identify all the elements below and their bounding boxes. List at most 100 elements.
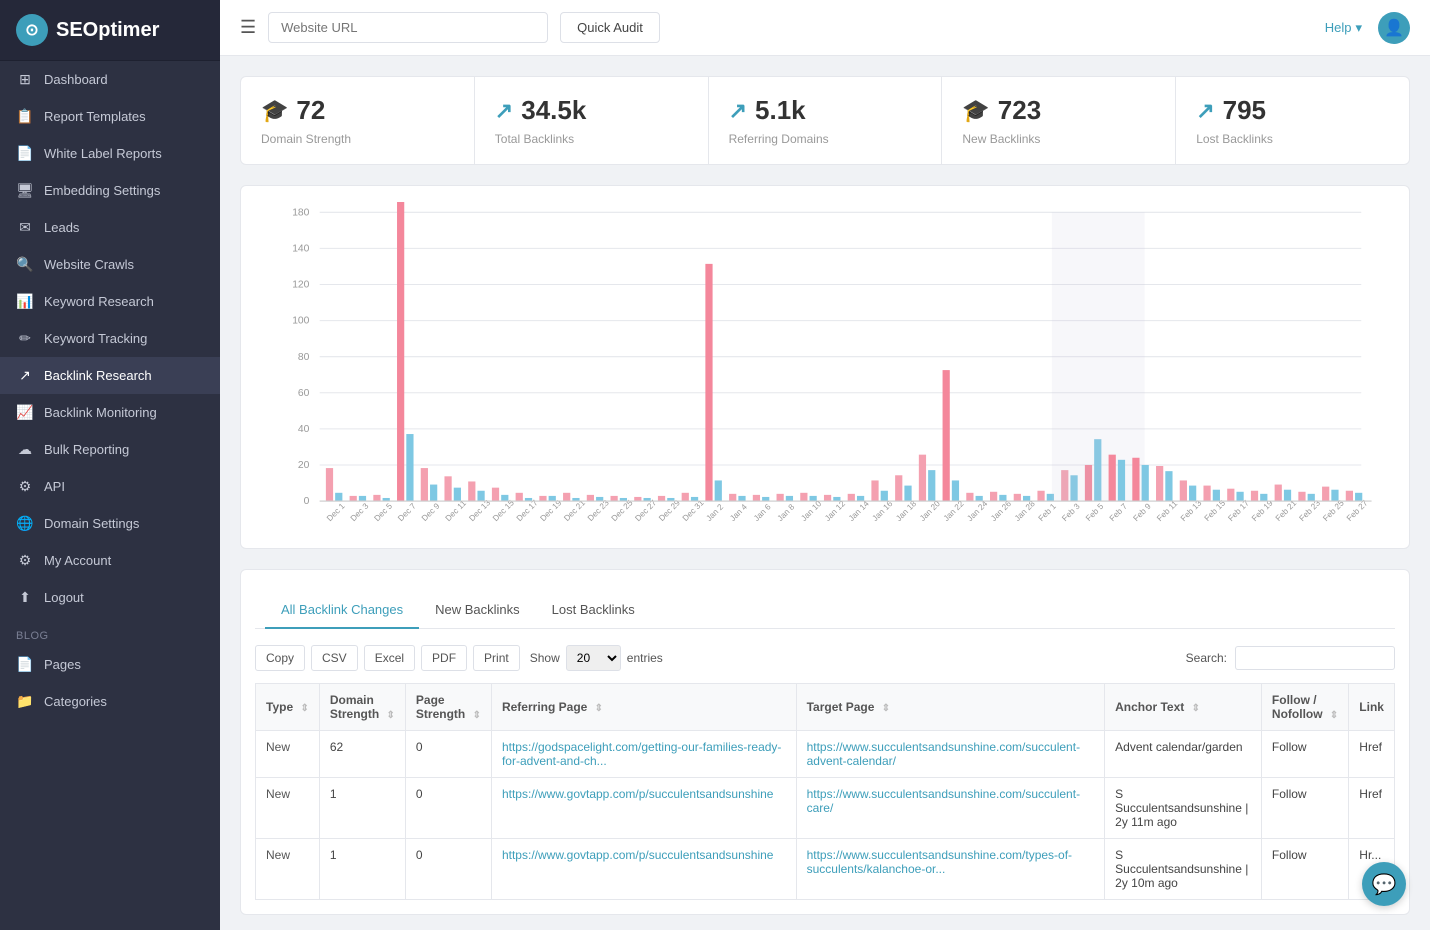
tab-lost-backlinks[interactable]: Lost Backlinks bbox=[536, 592, 651, 629]
cell-referring-page[interactable]: https://www.govtapp.com/p/succulentsands… bbox=[491, 778, 796, 839]
sidebar-item-white-label-reports[interactable]: 📄 White Label Reports bbox=[0, 135, 220, 172]
search-input[interactable] bbox=[1235, 646, 1395, 670]
svg-text:40: 40 bbox=[298, 424, 310, 435]
sidebar-item-keyword-tracking[interactable]: ✏ Keyword Tracking bbox=[0, 320, 220, 357]
referring-domains-icon: ↗ bbox=[729, 98, 747, 124]
chat-bubble[interactable]: 💬 bbox=[1362, 862, 1406, 906]
leads-icon: ✉ bbox=[16, 219, 34, 236]
col-page-strength[interactable]: PageStrength ⇕ bbox=[405, 684, 491, 731]
svg-text:Jan 14: Jan 14 bbox=[847, 499, 871, 523]
cell-referring-page[interactable]: https://godspacelight.com/getting-our-fa… bbox=[491, 731, 796, 778]
svg-text:Feb 13: Feb 13 bbox=[1179, 498, 1204, 523]
sidebar-item-label: Report Templates bbox=[44, 109, 146, 124]
col-type[interactable]: Type ⇕ bbox=[256, 684, 320, 731]
svg-text:60: 60 bbox=[298, 388, 310, 399]
show-label: Show bbox=[530, 651, 560, 665]
col-domain-strength[interactable]: DomainStrength ⇕ bbox=[319, 684, 405, 731]
header-right: Help ▾ 👤 bbox=[1325, 12, 1410, 44]
sidebar-item-my-account[interactable]: ⚙ My Account bbox=[0, 542, 220, 579]
tab-new-backlinks[interactable]: New Backlinks bbox=[419, 592, 536, 629]
sidebar-item-label: Logout bbox=[44, 590, 84, 605]
col-target-page[interactable]: Target Page ⇕ bbox=[796, 684, 1105, 731]
hamburger-menu[interactable]: ☰ bbox=[240, 17, 256, 38]
new-backlinks-label: New Backlinks bbox=[962, 132, 1155, 146]
domain-strength-label: Domain Strength bbox=[261, 132, 454, 146]
domain-strength-value: 72 bbox=[296, 95, 325, 126]
cell-target-page[interactable]: https://www.succulentsandsunshine.com/ty… bbox=[796, 839, 1105, 900]
sidebar-item-website-crawls[interactable]: 🔍 Website Crawls bbox=[0, 246, 220, 283]
cell-anchor-text: S Succulentsandsunshine | 2y 10m ago bbox=[1105, 839, 1262, 900]
svg-text:0: 0 bbox=[304, 496, 310, 507]
tab-all-backlink-changes[interactable]: All Backlink Changes bbox=[265, 592, 419, 629]
svg-text:Dec 5: Dec 5 bbox=[372, 501, 394, 523]
svg-text:Jan 10: Jan 10 bbox=[799, 499, 823, 523]
search-controls: Search: bbox=[1186, 646, 1395, 670]
help-link[interactable]: Help ▾ bbox=[1325, 20, 1362, 36]
sidebar-item-backlink-monitoring[interactable]: 📈 Backlink Monitoring bbox=[0, 394, 220, 431]
lost-backlinks-label: Lost Backlinks bbox=[1196, 132, 1389, 146]
total-backlinks-icon: ↗ bbox=[495, 98, 513, 124]
svg-text:Dec 31: Dec 31 bbox=[681, 498, 706, 523]
entries-select[interactable]: 20 50 100 bbox=[566, 645, 621, 671]
sidebar-item-backlink-research[interactable]: ↗ Backlink Research bbox=[0, 357, 220, 394]
sidebar-item-categories[interactable]: 📁 Categories bbox=[0, 683, 220, 720]
col-referring-page[interactable]: Referring Page ⇕ bbox=[491, 684, 796, 731]
sidebar-item-keyword-research[interactable]: 📊 Keyword Research bbox=[0, 283, 220, 320]
cell-target-page[interactable]: https://www.succulentsandsunshine.com/su… bbox=[796, 778, 1105, 839]
sidebar-item-dashboard[interactable]: ⊞ Dashboard bbox=[0, 61, 220, 98]
user-avatar[interactable]: 👤 bbox=[1378, 12, 1410, 44]
col-follow-nofollow[interactable]: Follow /Nofollow ⇕ bbox=[1261, 684, 1348, 731]
col-link[interactable]: Link bbox=[1349, 684, 1395, 731]
svg-text:Feb 15: Feb 15 bbox=[1203, 498, 1228, 523]
cell-domain-strength: 62 bbox=[319, 731, 405, 778]
table-row: New 1 0 https://www.govtapp.com/p/succul… bbox=[256, 778, 1395, 839]
cell-type: New bbox=[256, 731, 320, 778]
main-area: ☰ Quick Audit Help ▾ 👤 🎓 72 Domain Stren… bbox=[220, 0, 1430, 930]
white-label-icon: 📄 bbox=[16, 145, 34, 162]
sidebar-item-embedding-settings[interactable]: 🖥 Embedding Settings bbox=[0, 172, 220, 209]
sidebar-item-bulk-reporting[interactable]: ☁ Bulk Reporting bbox=[0, 431, 220, 468]
sidebar-item-logout[interactable]: ⬆ Logout bbox=[0, 579, 220, 616]
svg-text:Feb 23: Feb 23 bbox=[1298, 498, 1323, 523]
cell-target-page[interactable]: https://www.succulentsandsunshine.com/su… bbox=[796, 731, 1105, 778]
sidebar-item-domain-settings[interactable]: 🌐 Domain Settings bbox=[0, 505, 220, 542]
cell-referring-page[interactable]: https://www.govtapp.com/p/succulentsands… bbox=[491, 839, 796, 900]
svg-text:120: 120 bbox=[292, 280, 309, 291]
sidebar-item-report-templates[interactable]: 📋 Report Templates bbox=[0, 98, 220, 135]
stat-lost-backlinks: ↗ 795 Lost Backlinks bbox=[1176, 77, 1409, 164]
svg-text:Jan 4: Jan 4 bbox=[728, 502, 749, 523]
sidebar-item-label: Embedding Settings bbox=[44, 183, 160, 198]
embedding-icon: 🖥 bbox=[16, 182, 34, 199]
svg-text:Jan 28: Jan 28 bbox=[1013, 499, 1037, 523]
backlinks-chart: 0 20 40 60 80 100 120 140 180 bbox=[257, 202, 1393, 532]
excel-button[interactable]: Excel bbox=[364, 645, 415, 671]
pdf-button[interactable]: PDF bbox=[421, 645, 467, 671]
url-input[interactable] bbox=[268, 12, 548, 43]
svg-text:Feb 27: Feb 27 bbox=[1345, 498, 1370, 523]
domain-settings-icon: 🌐 bbox=[16, 515, 34, 532]
sidebar: ⊙ SEOptimer ⊞ Dashboard 📋 Report Templat… bbox=[0, 0, 220, 930]
lost-backlinks-icon: ↗ bbox=[1196, 98, 1214, 124]
quick-audit-button[interactable]: Quick Audit bbox=[560, 12, 660, 43]
dashboard-icon: ⊞ bbox=[16, 71, 34, 88]
csv-button[interactable]: CSV bbox=[311, 645, 358, 671]
col-anchor-text[interactable]: Anchor Text ⇕ bbox=[1105, 684, 1262, 731]
sidebar-item-pages[interactable]: 📄 Pages bbox=[0, 646, 220, 683]
header: ☰ Quick Audit Help ▾ 👤 bbox=[220, 0, 1430, 56]
app-logo[interactable]: ⊙ SEOptimer bbox=[0, 0, 220, 61]
sidebar-item-label: Leads bbox=[44, 220, 79, 235]
stats-row: 🎓 72 Domain Strength ↗ 34.5k Total Backl… bbox=[240, 76, 1410, 165]
search-label: Search: bbox=[1186, 651, 1227, 665]
report-templates-icon: 📋 bbox=[16, 108, 34, 125]
sidebar-item-label: Categories bbox=[44, 694, 107, 709]
table-row: New 1 0 https://www.govtapp.com/p/succul… bbox=[256, 839, 1395, 900]
categories-icon: 📁 bbox=[16, 693, 34, 710]
logo-icon: ⊙ bbox=[16, 14, 48, 46]
svg-text:Jan 20: Jan 20 bbox=[918, 499, 942, 523]
print-button[interactable]: Print bbox=[473, 645, 520, 671]
cell-link: Href bbox=[1349, 731, 1395, 778]
total-backlinks-label: Total Backlinks bbox=[495, 132, 688, 146]
sidebar-item-leads[interactable]: ✉ Leads bbox=[0, 209, 220, 246]
copy-button[interactable]: Copy bbox=[255, 645, 305, 671]
sidebar-item-api[interactable]: ⚙ API bbox=[0, 468, 220, 505]
